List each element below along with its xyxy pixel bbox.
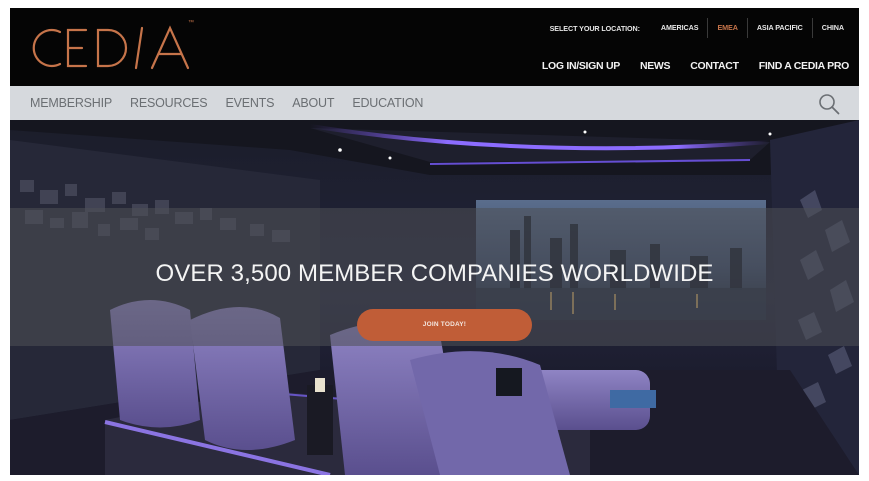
join-today-button[interactable]: JOIN TODAY! [357, 309, 532, 341]
browser-page: ™ SELECT YOUR LOCATION: AMERICAS EMEA AS… [10, 8, 859, 475]
nav-item-membership[interactable]: MEMBERSHIP [30, 96, 112, 110]
nav-item-about[interactable]: ABOUT [292, 96, 334, 110]
trademark-symbol: ™ [188, 20, 194, 26]
utility-links: LOG IN/SIGN UP NEWS CONTACT FIND A CEDIA… [522, 60, 849, 72]
hero-headline: OVER 3,500 MEMBER COMPANIES WORLDWIDE [155, 260, 714, 287]
location-emea[interactable]: EMEA [707, 18, 746, 38]
site-header: ™ SELECT YOUR LOCATION: AMERICAS EMEA AS… [10, 8, 859, 86]
main-nav: MEMBERSHIP RESOURCES EVENTS ABOUT EDUCAT… [10, 86, 859, 120]
nav-menu: MEMBERSHIP RESOURCES EVENTS ABOUT EDUCAT… [30, 86, 441, 120]
news-link[interactable]: NEWS [640, 60, 671, 72]
cedia-logo[interactable] [24, 20, 208, 72]
location-label: SELECT YOUR LOCATION: [549, 23, 640, 33]
nav-item-education[interactable]: EDUCATION [352, 96, 423, 110]
location-asia-pacific[interactable]: ASIA PACIFIC [746, 18, 812, 38]
cedia-logo-mark [32, 25, 190, 70]
hero-banner: OVER 3,500 MEMBER COMPANIES WORLDWIDE JO… [10, 120, 859, 475]
location-china[interactable]: CHINA [811, 18, 853, 38]
find-cedia-pro-link[interactable]: FIND A CEDIA PRO [759, 60, 850, 72]
nav-item-resources[interactable]: RESOURCES [130, 96, 208, 110]
location-americas[interactable]: AMERICAS [652, 18, 708, 38]
search-icon[interactable] [817, 92, 841, 116]
nav-item-events[interactable]: EVENTS [225, 96, 274, 110]
contact-link[interactable]: CONTACT [690, 60, 739, 72]
login-signup-link[interactable]: LOG IN/SIGN UP [542, 60, 620, 72]
location-selector: SELECT YOUR LOCATION: AMERICAS EMEA ASIA… [550, 18, 853, 38]
